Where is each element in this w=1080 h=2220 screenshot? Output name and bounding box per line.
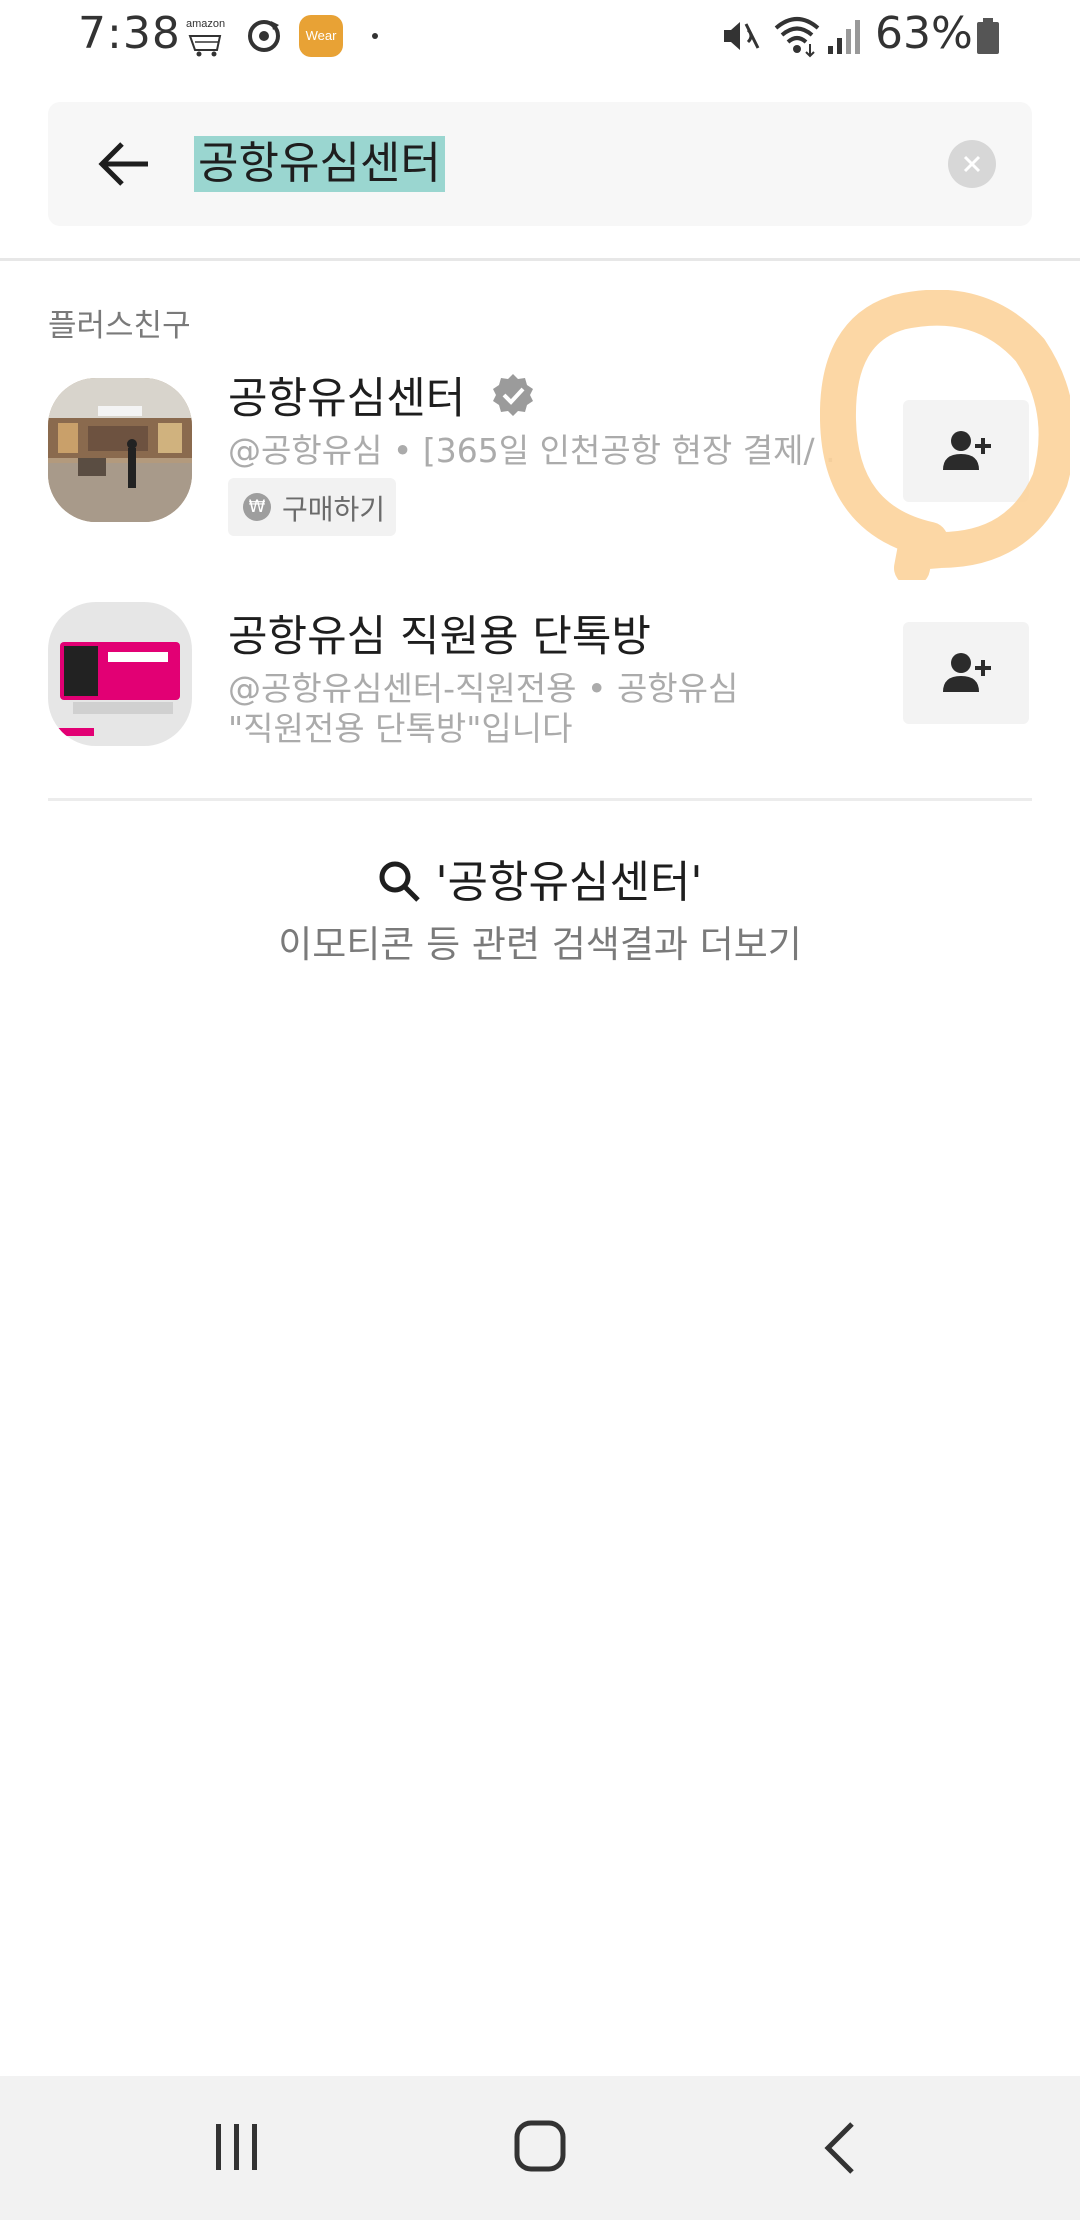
result-subtitle: @공항유심 • [365일 인천공항 현장 결제/ ...: [228, 431, 838, 470]
wear-icon: Wear: [299, 15, 343, 57]
search-icon: [379, 861, 421, 902]
amazon-icon: amazon: [186, 18, 228, 58]
arrow-left-icon[interactable]: [94, 134, 154, 194]
section-label: 플러스친구: [48, 308, 191, 344]
divider: [0, 258, 1080, 261]
signal-icon: [828, 20, 860, 54]
add-friend-button[interactable]: [903, 622, 1029, 724]
result-item[interactable]: 공항유심 직원용 단톡방 @공항유심센터-직원전용 • 공항유심 "직원전용 단…: [0, 592, 1080, 752]
search-bar: 공항유심센터: [48, 102, 1032, 226]
won-icon: ₩: [243, 493, 271, 521]
status-bar: 7:38 amazon Wear 63%: [0, 0, 1080, 72]
buy-button-label: 구매하기: [282, 493, 386, 526]
avatar: [48, 602, 192, 746]
avatar: [48, 378, 192, 522]
battery-percent: 63%: [875, 8, 973, 59]
navigation-bar: [0, 2076, 1080, 2220]
more-results-label[interactable]: 이모티콘 등 관련 검색결과 더보기: [0, 914, 1080, 968]
result-subtitle: "직원전용 단톡방"입니다: [228, 709, 573, 748]
wifi-icon: [774, 17, 820, 58]
sync-icon: [248, 20, 280, 52]
search-input[interactable]: 공항유심센터: [194, 136, 445, 192]
status-time: 7:38: [78, 8, 181, 59]
more-results-link[interactable]: '공항유심센터': [0, 846, 1080, 910]
clear-icon: [963, 155, 981, 173]
divider: [48, 798, 1032, 801]
buy-button[interactable]: ₩ 구매하기: [228, 478, 396, 536]
verified-badge-icon: [493, 374, 533, 416]
add-friend-icon: [943, 653, 991, 692]
notification-dot: [372, 33, 378, 39]
home-icon[interactable]: [512, 2118, 568, 2174]
more-results-query: '공항유심센터': [435, 857, 703, 908]
annotation-circle: [820, 290, 1070, 580]
recent-apps-icon[interactable]: [212, 2120, 262, 2174]
mute-icon: [724, 22, 760, 50]
back-icon[interactable]: [822, 2120, 858, 2176]
result-title: 공항유심 직원용 단톡방: [228, 612, 651, 662]
clear-search-button[interactable]: [948, 140, 996, 188]
battery-icon: [977, 18, 999, 54]
result-title: 공항유심센터: [228, 374, 466, 424]
